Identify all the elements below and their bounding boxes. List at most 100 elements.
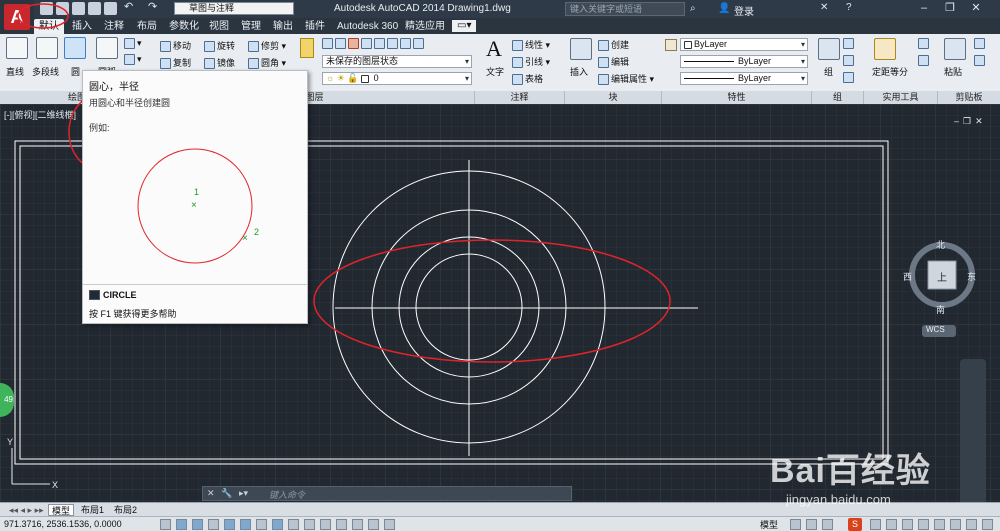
open-icon[interactable] — [56, 2, 69, 15]
annotation-scale-icon[interactable] — [822, 519, 833, 530]
utilities-panel-label[interactable]: 实用工具 — [864, 91, 938, 104]
quick-properties-icon[interactable] — [352, 519, 363, 530]
copy-button[interactable]: 复制 — [160, 56, 191, 70]
paste-button[interactable]: 粘贴 — [944, 65, 962, 78]
calculator-icon[interactable] — [918, 38, 929, 50]
ortho-mode-icon[interactable] — [208, 519, 219, 530]
edit-attr-button[interactable]: 编辑属性 ▾ — [598, 72, 654, 86]
cut-clip-icon[interactable] — [974, 55, 985, 67]
block-panel-label[interactable]: 块 — [565, 91, 662, 104]
insert-button[interactable]: 插入 — [570, 65, 588, 78]
command-line[interactable]: ✕ 🔧 ▸▾ 键入命令 — [202, 486, 572, 501]
fillet-button[interactable]: 圆角 ▾ — [248, 56, 286, 70]
compass-north[interactable]: 北 — [936, 238, 945, 251]
arc-icon[interactable] — [96, 37, 118, 59]
compass-west[interactable]: 西 — [903, 270, 912, 283]
layer-icon-8[interactable] — [413, 38, 424, 50]
groups-panel-label[interactable]: 组 — [812, 91, 864, 104]
search-input[interactable]: 键入关键字或短语 — [565, 2, 685, 16]
tab-default[interactable]: 默认 — [34, 19, 64, 34]
layer-icon-5[interactable] — [374, 38, 385, 50]
tab-plugins[interactable]: 插件 — [300, 19, 330, 34]
snap-mode-icon[interactable] — [176, 519, 187, 530]
viewcube[interactable]: 北 南 东 西 上 WCS — [903, 238, 979, 341]
layer-properties-icon[interactable] — [300, 38, 314, 58]
redo-icon[interactable]: ↷ — [148, 2, 161, 15]
color-dropdown[interactable]: ByLayer — [680, 38, 808, 51]
quick-view-drawings-icon[interactable] — [806, 519, 817, 530]
save-icon[interactable] — [72, 2, 85, 15]
line-icon[interactable] — [6, 37, 28, 59]
group-button[interactable]: 组 — [824, 65, 833, 78]
infer-constraints-icon[interactable] — [160, 519, 171, 530]
edit-block-button[interactable]: 编辑 — [598, 55, 629, 69]
coordinate-readout[interactable]: 971.3716, 2536.1536, 0.0000 — [4, 519, 122, 529]
otrack-icon[interactable] — [272, 519, 283, 530]
measure-button[interactable]: 定距等分 — [872, 65, 908, 78]
lineweight-icon[interactable] — [320, 519, 331, 530]
tray-icon-4[interactable] — [918, 519, 929, 530]
floating-badge[interactable]: 49 — [0, 383, 14, 417]
polyline-button[interactable]: 多段线 — [32, 65, 59, 78]
recent-commands-icon[interactable]: ▸▾ — [239, 488, 248, 499]
close-icon[interactable]: ✕ — [964, 0, 988, 16]
3d-osnap-icon[interactable] — [256, 519, 267, 530]
create-block-button[interactable]: 创建 — [598, 38, 629, 52]
viewport-label[interactable]: [-][俯视][二维线框] — [4, 108, 76, 121]
rotate-button[interactable]: 旋转 — [204, 39, 235, 53]
user-icon[interactable]: 👤 — [718, 3, 730, 14]
circle-icon[interactable] — [64, 37, 86, 59]
polar-tracking-icon[interactable] — [224, 519, 235, 530]
tab-view[interactable]: 视图 — [204, 19, 234, 34]
tab-layout[interactable]: 布局 — [132, 19, 162, 34]
trim-button[interactable]: 修剪 ▾ — [248, 39, 286, 53]
wcs-menu[interactable]: WCS — [926, 325, 945, 334]
restore-icon[interactable]: ❐ — [938, 0, 962, 16]
tab-annotate[interactable]: 注释 — [99, 19, 129, 34]
tray-icon-7[interactable] — [966, 519, 977, 530]
tray-icon-5[interactable] — [934, 519, 945, 530]
layer-icon-3[interactable] — [348, 38, 359, 50]
tab-parametric[interactable]: 参数化 — [164, 19, 204, 34]
print-icon[interactable] — [104, 2, 117, 15]
input-method-icon[interactable]: S — [848, 518, 862, 531]
tab-model[interactable]: 模型 — [48, 504, 75, 516]
application-menu-button[interactable]: A — [0, 0, 34, 34]
mirror-button[interactable]: 镜像 — [204, 56, 235, 70]
move-button[interactable]: 移动 — [160, 39, 191, 53]
help-icon[interactable]: ? — [846, 2, 852, 13]
tab-manage[interactable]: 管理 — [236, 19, 266, 34]
lineweight-dropdown[interactable]: ByLayer — [680, 72, 808, 85]
tab-layout2[interactable]: 布局2 — [111, 504, 140, 516]
ducs-icon[interactable] — [288, 519, 299, 530]
tray-icon-1[interactable] — [870, 519, 881, 530]
rectangle-button[interactable]: ▾ — [124, 38, 142, 50]
group-select-icon[interactable] — [843, 72, 854, 84]
save-as-icon[interactable] — [88, 2, 101, 15]
layer-icon-4[interactable] — [361, 38, 372, 50]
customization-icon[interactable] — [982, 519, 993, 530]
match-properties-icon[interactable] — [665, 39, 677, 51]
insert-icon[interactable] — [570, 38, 592, 60]
table-button[interactable]: 表格 — [512, 72, 543, 86]
navigation-bar[interactable] — [960, 359, 986, 502]
compass-south[interactable]: 南 — [936, 303, 945, 316]
login-button[interactable]: 登录 — [734, 3, 754, 18]
leader-button[interactable]: 引线 ▾ — [512, 55, 550, 69]
wrench-icon[interactable]: 🔧 — [221, 488, 232, 499]
new-icon[interactable] — [40, 2, 53, 15]
layer-state-dropdown[interactable]: 未保存的图层状态 — [322, 55, 472, 68]
search-icon[interactable]: ⌕ — [690, 3, 696, 14]
panel-toggle-button[interactable]: ▭▾ — [452, 20, 476, 32]
object-snap-icon[interactable] — [240, 519, 251, 530]
line-button[interactable]: 直线 — [6, 65, 24, 78]
viewport-controls[interactable]: –❐✕ — [954, 116, 998, 126]
tray-icon-3[interactable] — [902, 519, 913, 530]
properties-panel-label[interactable]: 特性 — [662, 91, 812, 104]
group-edit-icon[interactable] — [843, 55, 854, 67]
model-space-label[interactable]: 模型 — [760, 518, 778, 531]
exchange-icon[interactable]: ✕ — [820, 2, 828, 13]
tab-insert[interactable]: 插入 — [67, 19, 97, 34]
quick-view-layouts-icon[interactable] — [790, 519, 801, 530]
close-command-icon[interactable]: ✕ — [207, 488, 215, 499]
